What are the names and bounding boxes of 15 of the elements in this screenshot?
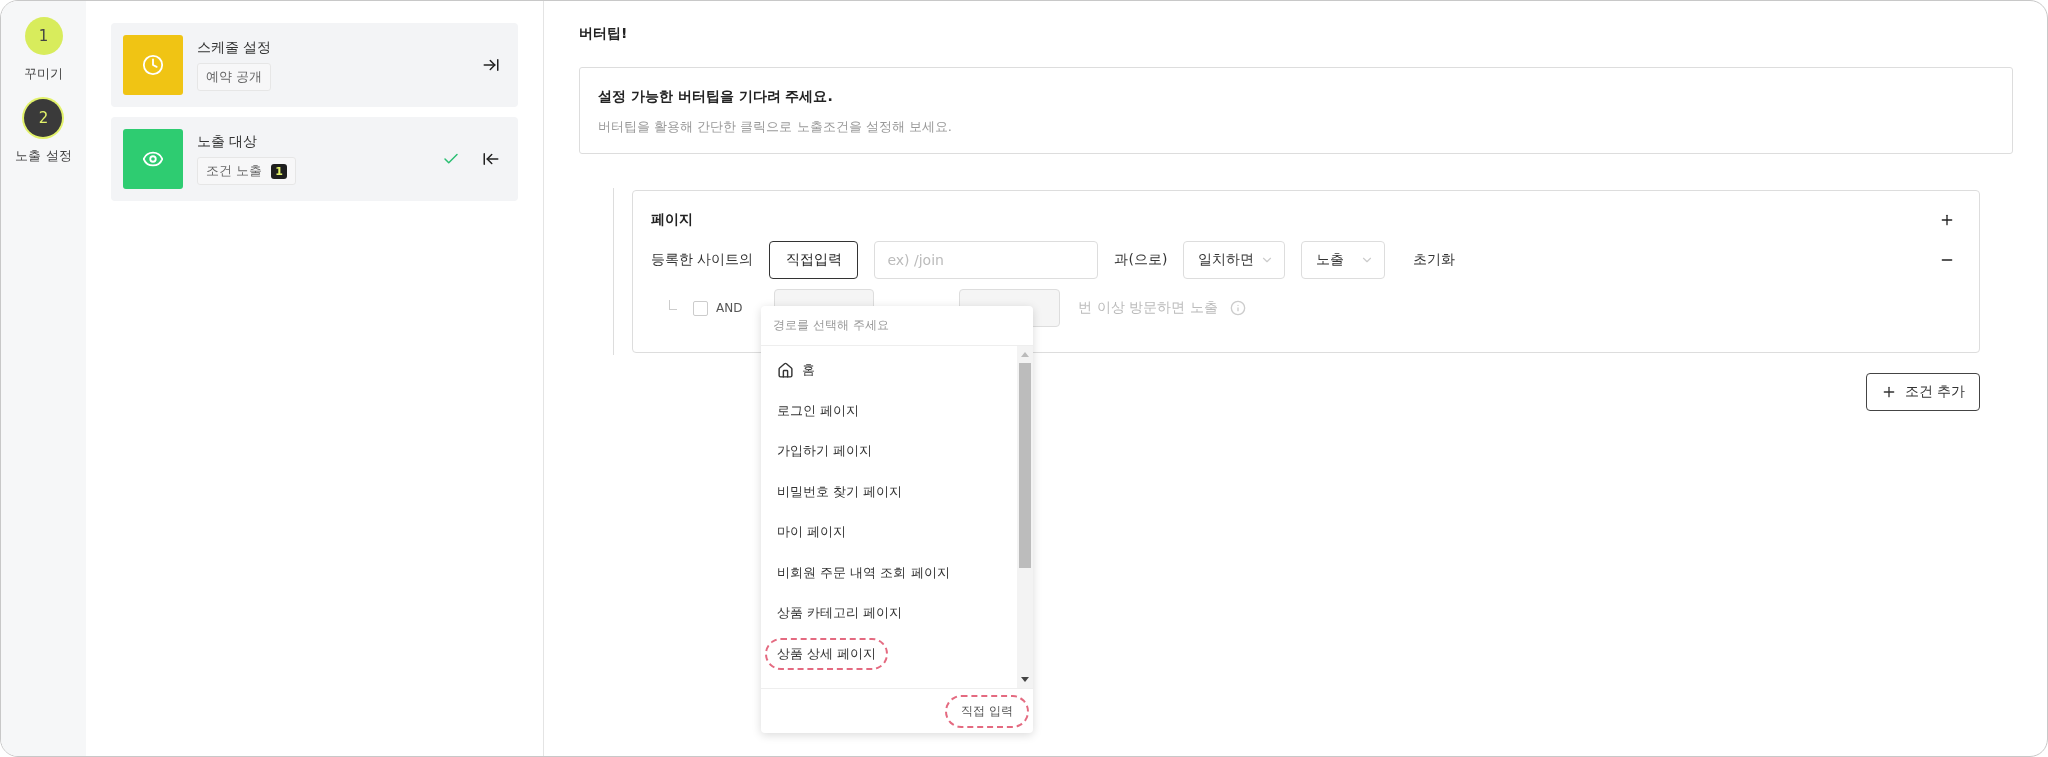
section-heading: 버터팁! [579,25,629,43]
tip-title: 설정 가능한 버터팁을 기다려 주세요. [598,88,834,106]
step-label: 꾸미기 [24,65,63,83]
count-badge: 1 [271,163,287,179]
particle-label: 과(으로) [1114,251,1168,269]
visit-condition-text: 번 이상 방문하면 노출 [1078,299,1218,317]
card-title: 노출 대상 [197,133,258,151]
condition-title: 페이지 [651,211,693,229]
tag-label: 조건 노출 [206,162,263,180]
step-label: 노출 설정 [15,147,72,165]
card-title: 스케줄 설정 [197,39,272,57]
condition-prefix: 등록한 사이트의 [651,251,754,269]
tip-description: 버터팁을 활용해 간단한 클릭으로 노출조건을 설정해 보세요. [598,118,953,136]
tag-label: 예약 공개 [206,68,263,86]
and-label: AND [716,301,743,315]
